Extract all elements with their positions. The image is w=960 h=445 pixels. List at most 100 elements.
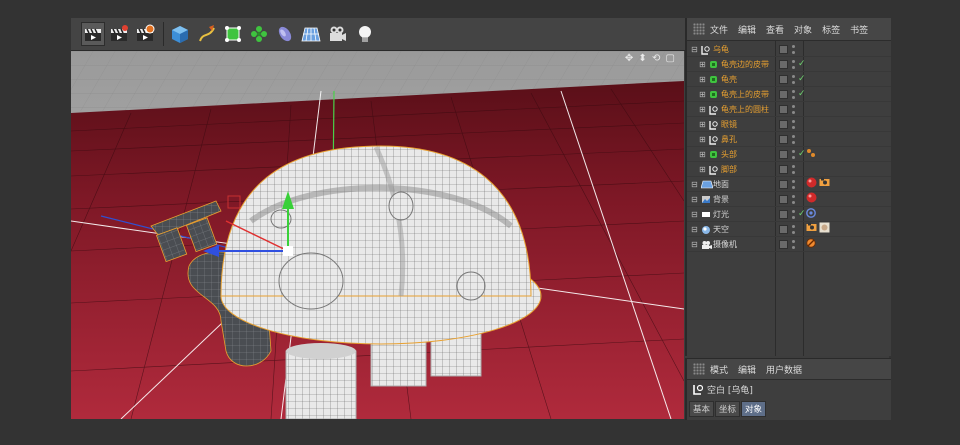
editor-render-visibility-icon[interactable] [791,74,795,84]
expand-toggle-icon[interactable]: ⊞ [699,150,706,159]
object-name[interactable]: 背景 [713,194,729,205]
3d-viewport[interactable]: ✥ ⬍ ⟲ ▢ [71,51,684,419]
menu-user-data[interactable]: 用户数据 [766,363,802,376]
object-row[interactable]: ⊟ 天空 [687,222,891,237]
layer-visibility-icon[interactable] [779,89,788,99]
object-row[interactable]: ⊞ 龟壳上的圆柱 [687,102,891,117]
floor-scene-button[interactable] [299,22,323,46]
menu-view[interactable]: 查看 [766,23,784,36]
object-name[interactable]: 龟壳上的皮带 [721,89,769,100]
editor-render-visibility-icon[interactable] [791,194,795,204]
tab-basic[interactable]: 基本 [689,401,715,417]
expand-toggle-icon[interactable]: ⊟ [691,240,698,249]
object-name[interactable]: 龟壳上的圆柱 [721,104,769,115]
layer-visibility-icon[interactable] [779,149,788,159]
layer-visibility-icon[interactable] [779,134,788,144]
enabled-check-icon[interactable]: ✓ [798,59,806,69]
viewport-navigation-icons[interactable]: ✥ ⬍ ⟲ ▢ [625,53,676,64]
menu-bookmarks[interactable]: 书签 [850,23,868,36]
layer-visibility-icon[interactable] [779,104,788,114]
tab-object[interactable]: 对象 [741,401,767,417]
layer-visibility-icon[interactable] [779,59,788,69]
object-row[interactable]: ⊞ 龟壳 ✓ [687,72,891,87]
editor-render-visibility-icon[interactable] [791,59,795,69]
tab-coord[interactable]: 坐标 [715,401,741,417]
enabled-check-icon[interactable]: ✓ [798,209,806,219]
menu-edit[interactable]: 编辑 [738,363,756,376]
phong-tag-icon[interactable] [806,148,815,160]
menu-file[interactable]: 文件 [710,23,728,36]
enabled-check-icon[interactable]: ✓ [798,89,806,99]
enabled-check-icon[interactable]: ✓ [798,74,806,84]
compositing-tag-icon[interactable] [806,222,817,236]
layer-visibility-icon[interactable] [779,209,788,219]
material-red-icon[interactable] [806,192,817,206]
expand-toggle-icon[interactable]: ⊞ [699,75,706,84]
editor-render-visibility-icon[interactable] [791,209,795,219]
menu-mode[interactable]: 模式 [710,363,728,376]
editor-render-visibility-icon[interactable] [791,239,795,249]
expand-toggle-icon[interactable]: ⊟ [691,195,698,204]
array-modeling-button[interactable] [247,22,271,46]
render-view-button[interactable] [81,22,105,46]
menu-tags[interactable]: 标签 [822,23,840,36]
object-row[interactable]: ⊟ 摄像机 [687,237,891,252]
expand-toggle-icon[interactable]: ⊞ [699,120,706,129]
expand-toggle-icon[interactable]: ⊟ [691,225,698,234]
editor-render-visibility-icon[interactable] [791,104,795,114]
layer-visibility-icon[interactable] [779,224,788,234]
cube-primitive-button[interactable] [168,22,192,46]
object-name[interactable]: 头部 [721,149,737,160]
object-name[interactable]: 眼镜 [721,119,737,130]
menu-edit[interactable]: 编辑 [738,23,756,36]
expand-toggle-icon[interactable]: ⊟ [691,180,698,189]
expand-toggle-icon[interactable]: ⊞ [699,165,706,174]
editor-render-visibility-icon[interactable] [791,179,795,189]
camera-button[interactable] [325,22,349,46]
object-row[interactable]: ⊞ 龟壳上的皮带 ✓ [687,87,891,102]
editor-render-visibility-icon[interactable] [791,164,795,174]
object-row[interactable]: ⊞ 鼻孔 [687,132,891,147]
object-name[interactable]: 地面 [713,179,729,190]
protection-tag-icon[interactable] [806,237,816,251]
object-row[interactable]: ⊞ 头部 ✓ [687,147,891,162]
editor-render-visibility-icon[interactable] [791,119,795,129]
expand-toggle-icon[interactable]: ⊞ [699,90,706,99]
editor-render-visibility-icon[interactable] [791,149,795,159]
render-to-picture-viewer-button[interactable] [107,22,131,46]
layer-visibility-icon[interactable] [779,74,788,84]
render-settings-button[interactable] [133,22,157,46]
object-name[interactable]: 鼻孔 [721,134,737,145]
expand-toggle-icon[interactable]: ⊞ [699,60,706,69]
layer-visibility-icon[interactable] [779,239,788,249]
expand-toggle-icon[interactable]: ⊟ [691,210,698,219]
expand-toggle-icon[interactable]: ⊞ [699,105,706,114]
target-tag-icon[interactable] [806,207,816,221]
layer-visibility-icon[interactable] [779,44,788,54]
layer-visibility-icon[interactable] [779,194,788,204]
object-row[interactable]: ⊟ 乌龟 [687,42,891,57]
deformer-bend-button[interactable] [273,22,297,46]
editor-render-visibility-icon[interactable] [791,89,795,99]
object-name[interactable]: 乌龟 [713,44,729,55]
panel-grip-icon[interactable] [693,23,705,35]
object-row[interactable]: ⊟ 背景 [687,192,891,207]
object-row[interactable]: ⊞ 脚部 [687,162,891,177]
object-name[interactable]: 灯光 [713,209,729,220]
editor-render-visibility-icon[interactable] [791,224,795,234]
compositing-tag-icon[interactable] [819,177,830,191]
menu-object[interactable]: 对象 [794,23,812,36]
enabled-check-icon[interactable]: ✓ [798,149,806,159]
object-row[interactable]: ⊟ 地面 [687,177,891,192]
layer-visibility-icon[interactable] [779,119,788,129]
layer-visibility-icon[interactable] [779,179,788,189]
object-name[interactable]: 龟壳 [721,74,737,85]
sky-texture-icon[interactable] [819,222,830,236]
object-name[interactable]: 龟壳边的皮带 [721,59,769,70]
object-name[interactable]: 天空 [713,224,729,235]
pen-spline-button[interactable] [195,22,219,46]
editor-render-visibility-icon[interactable] [791,134,795,144]
light-bulb-button[interactable] [353,22,377,46]
object-row[interactable]: ⊟ 灯光 ✓ [687,207,891,222]
object-name[interactable]: 脚部 [721,164,737,175]
